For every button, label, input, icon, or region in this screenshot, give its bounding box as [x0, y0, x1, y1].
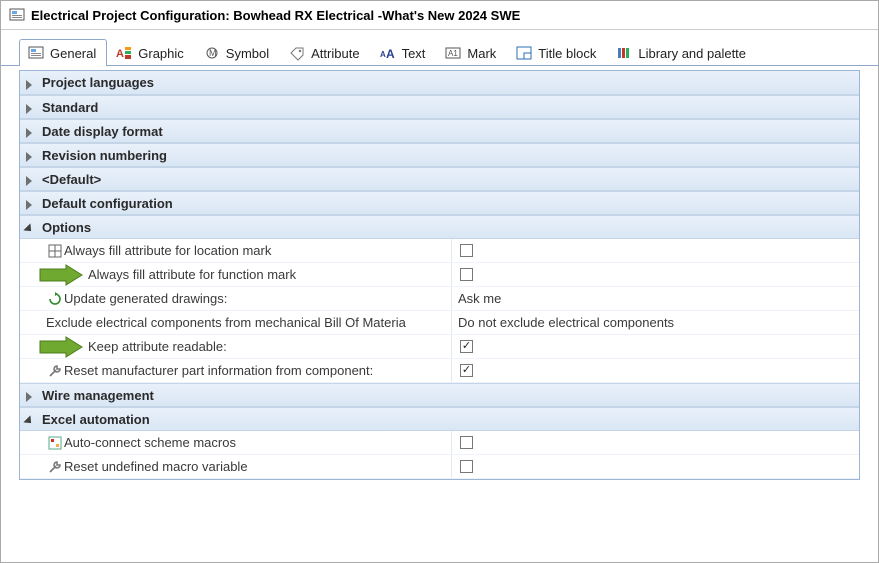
- row-label: Exclude electrical components from mecha…: [46, 315, 414, 330]
- tab-attribute[interactable]: Attribute: [280, 39, 370, 66]
- checkbox-keep-readable[interactable]: [460, 340, 473, 353]
- section-label: Excel automation: [42, 412, 150, 427]
- row-label: Always fill attribute for function mark: [88, 267, 304, 282]
- general-icon: [28, 45, 44, 61]
- row-update-drawings: Update generated drawings: Ask me: [20, 287, 859, 311]
- text-icon: AA: [380, 45, 396, 61]
- section-label: Date display format: [42, 124, 163, 139]
- row-label: Always fill attribute for location mark: [64, 243, 279, 258]
- checkbox-fill-location[interactable]: [460, 244, 473, 257]
- tab-label: Library and palette: [638, 46, 746, 61]
- window-titlebar: Electrical Project Configuration: Bowhea…: [1, 1, 878, 30]
- tab-label: Attribute: [311, 46, 359, 61]
- checkbox-auto-connect[interactable]: [460, 436, 473, 449]
- section-date-display[interactable]: Date display format: [20, 119, 859, 143]
- highlight-arrow-icon: [38, 264, 84, 286]
- section-label: Standard: [42, 100, 98, 115]
- section-options[interactable]: Options: [20, 215, 859, 239]
- row-reset-mfr: Reset manufacturer part information from…: [20, 359, 859, 383]
- row-fill-function: Always fill attribute for function mark: [20, 263, 859, 287]
- tab-label: Text: [402, 46, 426, 61]
- row-exclude-bom: Exclude electrical components from mecha…: [20, 311, 859, 335]
- section-standard[interactable]: Standard: [20, 95, 859, 119]
- svg-text:A: A: [386, 47, 395, 61]
- app-icon: [9, 7, 25, 23]
- value-update-drawings[interactable]: Ask me: [458, 291, 501, 306]
- section-label: Revision numbering: [42, 148, 167, 163]
- checkbox-reset-mfr[interactable]: [460, 364, 473, 377]
- tab-label: Mark: [467, 46, 496, 61]
- graphic-icon: A: [116, 45, 132, 61]
- row-label: Update generated drawings:: [64, 291, 235, 306]
- chevron-right-icon: [26, 102, 36, 112]
- svg-text:M: M: [209, 48, 217, 58]
- chevron-right-icon: [26, 126, 36, 136]
- wrench-icon: [46, 364, 64, 378]
- section-label: Options: [42, 220, 91, 235]
- chevron-down-icon: [26, 222, 36, 232]
- section-default[interactable]: <Default>: [20, 167, 859, 191]
- svg-text:A1: A1: [448, 49, 458, 58]
- library-icon: [616, 45, 632, 61]
- grid-icon: [46, 244, 64, 258]
- wrench-icon: [46, 460, 64, 474]
- section-label: <Default>: [42, 172, 101, 187]
- section-label: Default configuration: [42, 196, 173, 211]
- section-wire-management[interactable]: Wire management: [20, 383, 859, 407]
- tab-bar: General A Graphic M Symbol Attribute AA …: [1, 30, 878, 66]
- scheme-macro-icon: [46, 436, 64, 450]
- tab-label: Symbol: [226, 46, 269, 61]
- refresh-icon: [46, 292, 64, 306]
- highlight-arrow-icon: [38, 336, 84, 358]
- section-options-body: Always fill attribute for location mark …: [20, 239, 859, 383]
- mark-icon: A1: [445, 45, 461, 61]
- checkbox-reset-macro[interactable]: [460, 460, 473, 473]
- section-default-config[interactable]: Default configuration: [20, 191, 859, 215]
- tab-label: General: [50, 46, 96, 61]
- tab-label: Graphic: [138, 46, 184, 61]
- tab-title-block[interactable]: Title block: [507, 39, 607, 66]
- chevron-down-icon: [26, 414, 36, 424]
- row-label: Reset undefined macro variable: [64, 459, 256, 474]
- row-keep-readable: Keep attribute readable:: [20, 335, 859, 359]
- svg-text:A: A: [116, 48, 124, 60]
- title-block-icon: [516, 45, 532, 61]
- tab-text[interactable]: AA Text: [371, 39, 437, 66]
- value-exclude-bom[interactable]: Do not exclude electrical components: [458, 315, 674, 330]
- row-fill-location: Always fill attribute for location mark: [20, 239, 859, 263]
- chevron-right-icon: [26, 150, 36, 160]
- chevron-right-icon: [26, 78, 36, 88]
- section-revision[interactable]: Revision numbering: [20, 143, 859, 167]
- tab-library[interactable]: Library and palette: [607, 39, 757, 66]
- symbol-icon: M: [204, 45, 220, 61]
- chevron-right-icon: [26, 390, 36, 400]
- row-label: Keep attribute readable:: [88, 339, 235, 354]
- tab-label: Title block: [538, 46, 596, 61]
- tab-general[interactable]: General: [19, 39, 107, 66]
- row-auto-connect: Auto-connect scheme macros: [20, 431, 859, 455]
- window-title: Electrical Project Configuration: Bowhea…: [31, 8, 520, 23]
- checkbox-fill-function[interactable]: [460, 268, 473, 281]
- general-panel: Project languages Standard Date display …: [1, 66, 878, 498]
- chevron-right-icon: [26, 174, 36, 184]
- section-label: Wire management: [42, 388, 154, 403]
- section-excel-body: Auto-connect scheme macros Reset undefin…: [20, 431, 859, 479]
- row-label: Auto-connect scheme macros: [64, 435, 244, 450]
- section-label: Project languages: [42, 75, 154, 90]
- attribute-icon: [289, 45, 305, 61]
- section-excel-automation[interactable]: Excel automation: [20, 407, 859, 431]
- tab-symbol[interactable]: M Symbol: [195, 39, 280, 66]
- property-tree: Project languages Standard Date display …: [19, 70, 860, 480]
- section-project-languages[interactable]: Project languages: [20, 71, 859, 95]
- row-reset-macro: Reset undefined macro variable: [20, 455, 859, 479]
- tab-mark[interactable]: A1 Mark: [436, 39, 507, 66]
- tab-graphic[interactable]: A Graphic: [107, 39, 195, 66]
- row-label: Reset manufacturer part information from…: [64, 363, 381, 378]
- chevron-right-icon: [26, 198, 36, 208]
